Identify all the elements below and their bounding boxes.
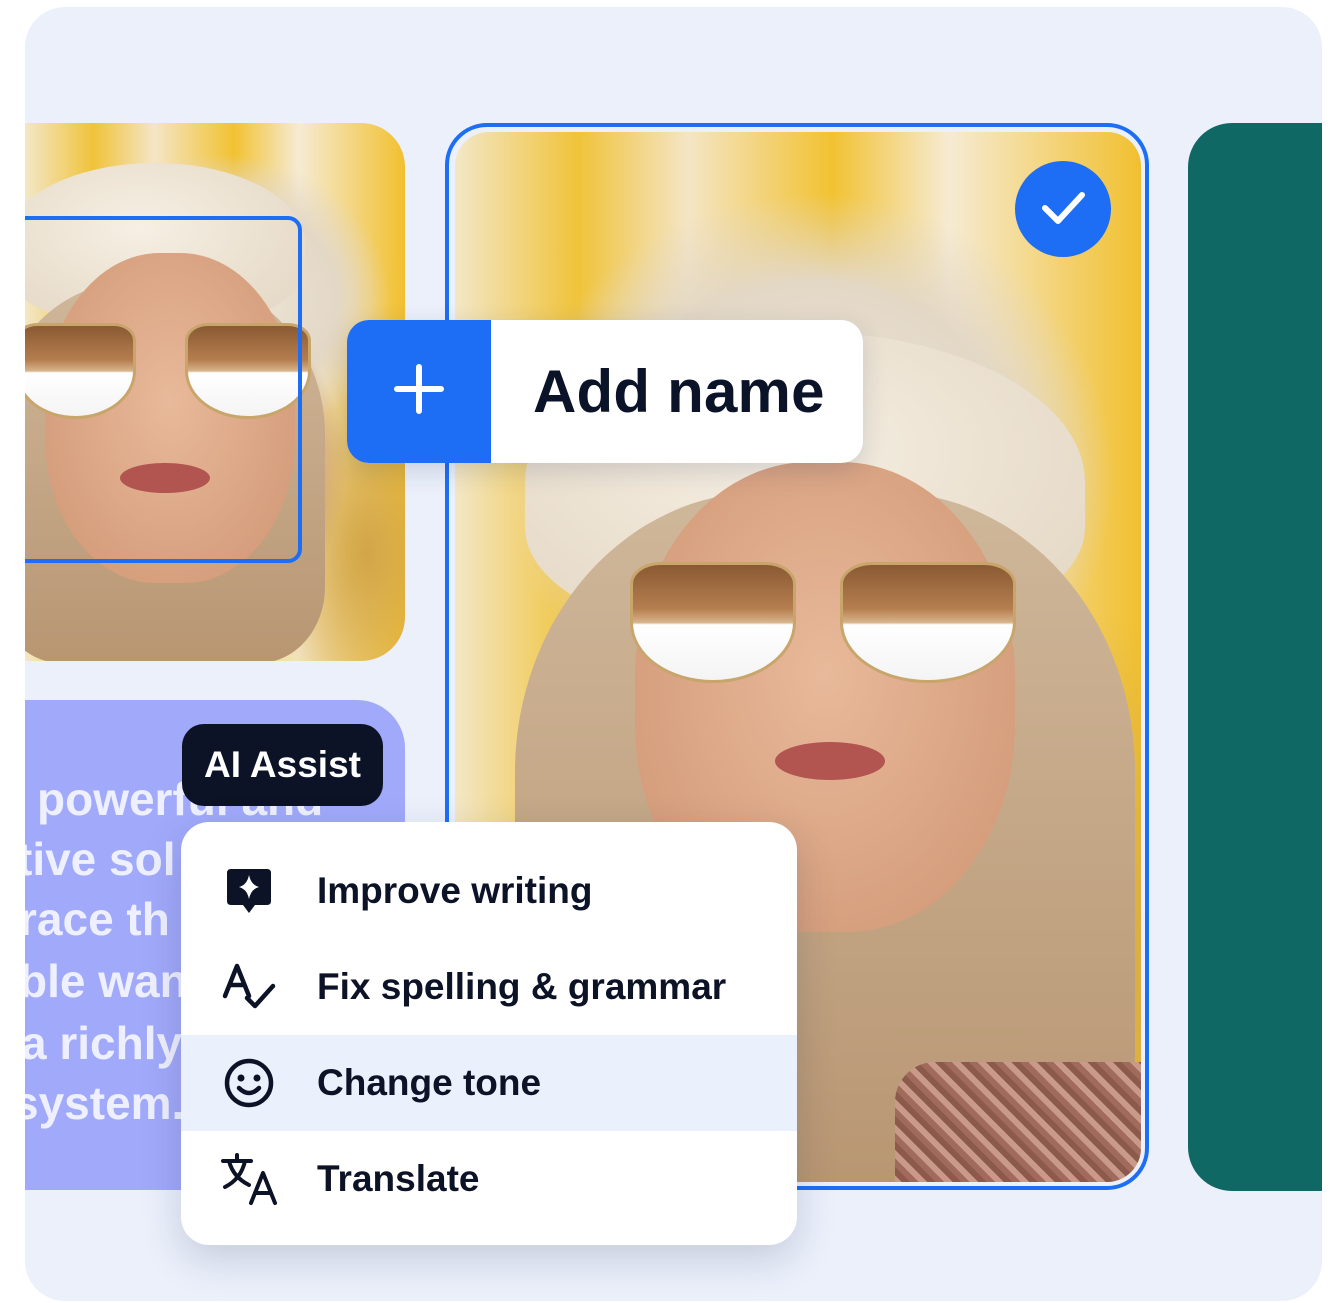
add-name-control[interactable]: Add name <box>347 320 863 463</box>
plus-icon <box>393 363 445 420</box>
selected-badge[interactable] <box>1015 161 1111 257</box>
checkmark-icon <box>1033 177 1093 242</box>
sparkle-speech-bubble-icon <box>219 861 279 921</box>
add-name-button[interactable] <box>347 320 491 463</box>
menu-item-label: Change tone <box>317 1062 542 1103</box>
smiley-face-icon <box>219 1053 279 1113</box>
menu-item-translate[interactable]: Translate <box>181 1131 797 1227</box>
text-card-line: tive sol <box>25 833 176 885</box>
add-name-label[interactable]: Add name <box>491 320 863 463</box>
translate-icon <box>219 1149 279 1209</box>
canvas-board: powerful and tive sol race th ble wan a … <box>25 7 1322 1301</box>
ai-assist-button[interactable]: AI Assist <box>182 724 383 806</box>
ai-assist-menu: Improve writing Fix spelling & grammar C… <box>181 822 797 1245</box>
teal-card[interactable] <box>1188 123 1322 1191</box>
text-card-line: a richly <box>25 1017 183 1069</box>
menu-item-label: Improve writing <box>317 870 593 911</box>
text-card-line: ble wan <box>25 955 188 1007</box>
menu-item-change-tone[interactable]: Change tone <box>181 1035 797 1131</box>
spell-check-icon <box>219 957 279 1017</box>
menu-item-fix-spelling[interactable]: Fix spelling & grammar <box>181 939 797 1035</box>
text-card-line: system. <box>25 1077 185 1129</box>
menu-item-label: Translate <box>317 1158 480 1199</box>
menu-item-improve-writing[interactable]: Improve writing <box>181 843 797 939</box>
face-detection-box[interactable] <box>25 216 302 563</box>
menu-item-label: Fix spelling & grammar <box>317 966 727 1007</box>
text-card-line: race th <box>25 893 170 945</box>
